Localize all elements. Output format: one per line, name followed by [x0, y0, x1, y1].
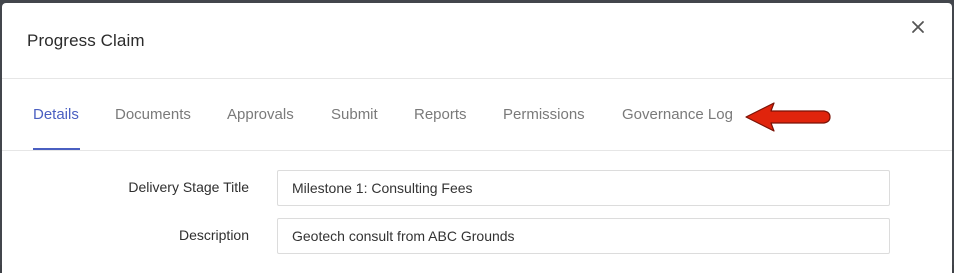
tab-documents[interactable]: Documents — [115, 106, 191, 123]
modal-header: Progress Claim — [2, 3, 952, 79]
description-row: Description — [2, 218, 952, 256]
tab-permissions[interactable]: Permissions — [503, 106, 585, 123]
tab-bar: Details Documents Approvals Submit Repor… — [2, 79, 952, 151]
tab-submit[interactable]: Submit — [331, 106, 378, 123]
close-button[interactable] — [906, 15, 930, 39]
tab-details[interactable]: Details — [33, 106, 79, 123]
active-tab-indicator — [33, 148, 80, 150]
tab-approvals[interactable]: Approvals — [227, 106, 294, 123]
red-arrow-left-icon — [745, 102, 831, 132]
progress-claim-modal: Progress Claim Details Documents Approva… — [2, 3, 952, 273]
description-input[interactable] — [277, 218, 890, 254]
delivery-stage-title-input[interactable] — [277, 170, 890, 206]
delivery-stage-title-row: Delivery Stage Title — [2, 170, 952, 208]
tab-reports[interactable]: Reports — [414, 106, 467, 123]
tab-governance-log[interactable]: Governance Log — [622, 106, 733, 123]
description-label: Description — [178, 227, 249, 243]
delivery-stage-title-label: Delivery Stage Title — [128, 179, 249, 195]
modal-title: Progress Claim — [27, 31, 145, 50]
close-icon — [912, 21, 924, 33]
